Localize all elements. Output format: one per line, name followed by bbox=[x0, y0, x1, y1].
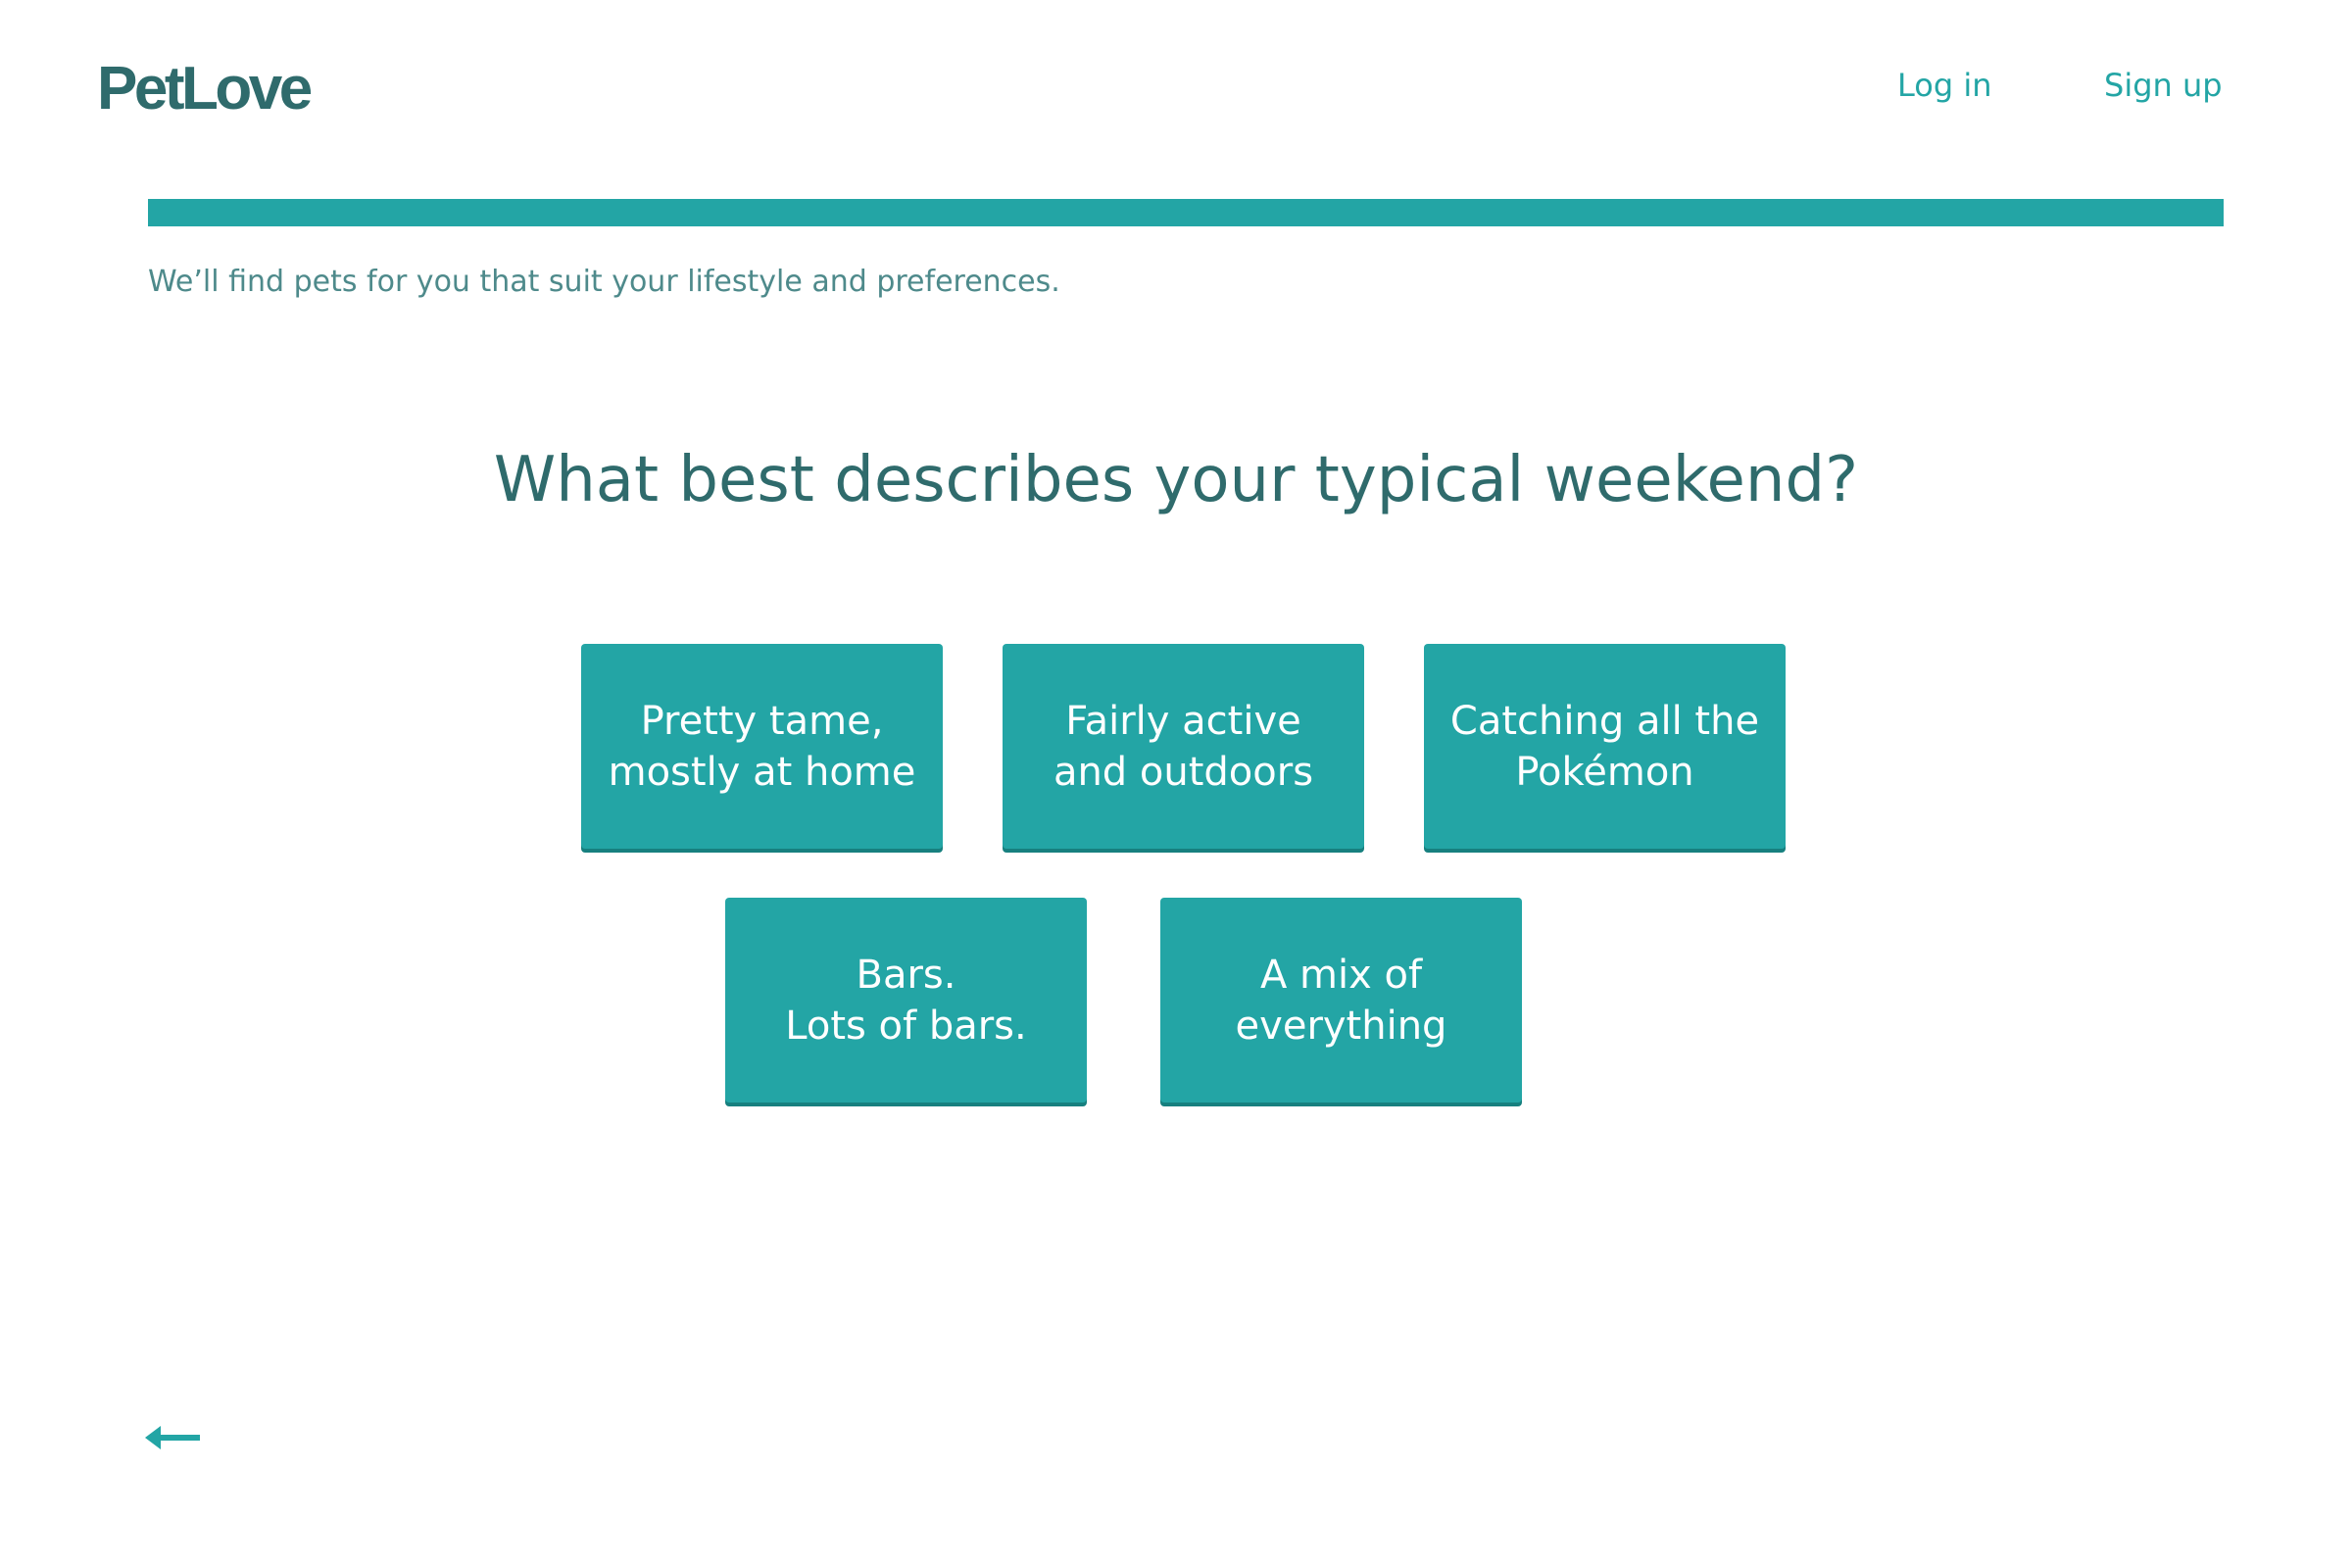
option-label-line2: Lots of bars. bbox=[785, 1003, 1027, 1049]
page-subtitle: We’ll find pets for you that suit your l… bbox=[148, 265, 1060, 299]
option-bars-button[interactable]: Bars. Lots of bars. bbox=[725, 898, 1087, 1102]
option-label-line2: Pokémon bbox=[1515, 749, 1694, 795]
option-label-line1: Catching all the bbox=[1449, 698, 1760, 744]
signup-link[interactable]: Sign up bbox=[2104, 68, 2223, 103]
option-label-line2: mostly at home bbox=[608, 749, 916, 795]
logo[interactable]: PetLove bbox=[97, 59, 313, 120]
option-fairly-active-button[interactable]: Fairly active and outdoors bbox=[1003, 644, 1364, 849]
progress-bar bbox=[148, 199, 2224, 226]
option-label-line2: and outdoors bbox=[1053, 749, 1314, 795]
option-label-line1: Fairly active bbox=[1065, 698, 1301, 744]
option-label-line1: A mix of bbox=[1259, 952, 1423, 998]
progress-bar-fill bbox=[148, 199, 2224, 226]
arrow-left-icon bbox=[145, 1426, 200, 1449]
page: PetLove Log in Sign up We’ll find pets f… bbox=[0, 0, 2352, 1568]
option-pretty-tame-button[interactable]: Pretty tame, mostly at home bbox=[581, 644, 943, 849]
question-heading: What best describes your typical weekend… bbox=[493, 444, 1859, 516]
back-button[interactable] bbox=[145, 1423, 200, 1452]
option-label-line1: Bars. bbox=[856, 952, 956, 998]
option-pokemon-button[interactable]: Catching all the Pokémon bbox=[1424, 644, 1786, 849]
option-mix-button[interactable]: A mix of everything bbox=[1160, 898, 1522, 1102]
option-label-line1: Pretty tame, bbox=[640, 698, 884, 744]
login-link[interactable]: Log in bbox=[1897, 68, 1992, 103]
option-label-line2: everything bbox=[1235, 1003, 1447, 1049]
